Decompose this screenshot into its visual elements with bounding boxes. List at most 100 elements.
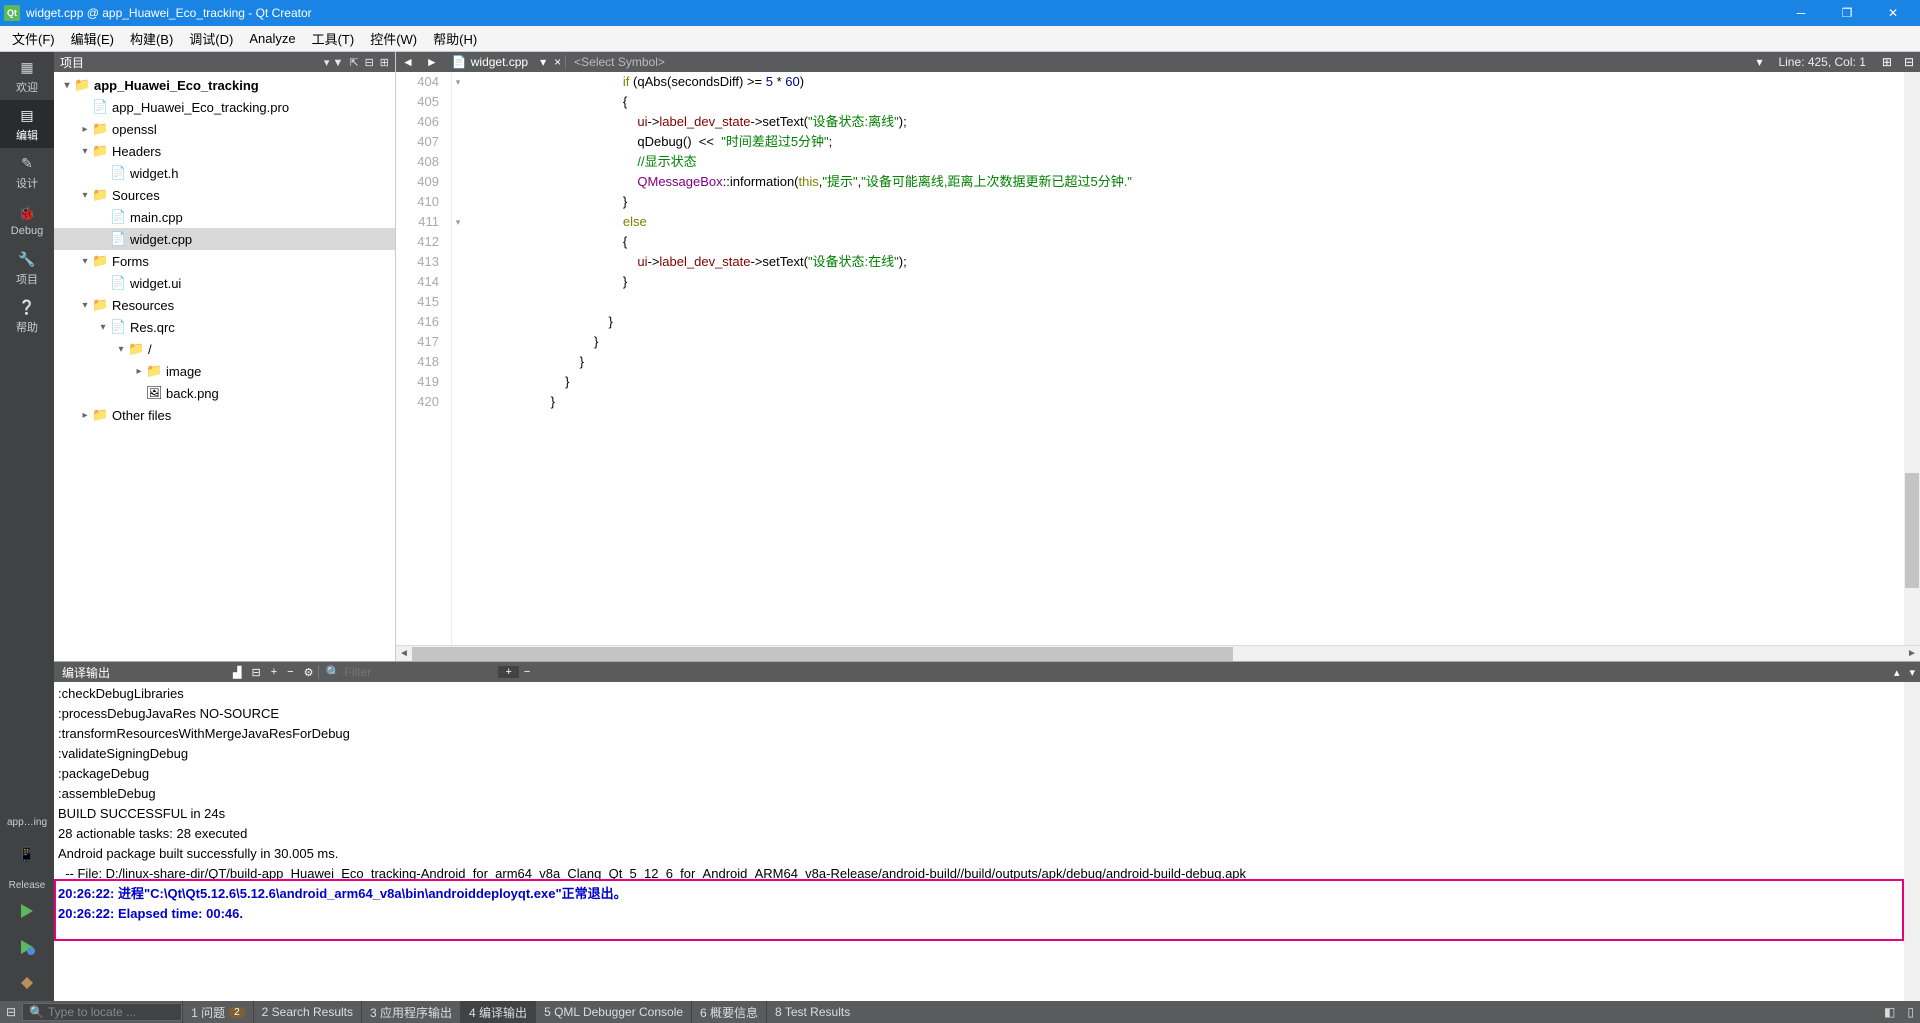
expander-icon[interactable]: ▾ [78,146,92,157]
menu-item[interactable]: 构建(B) [122,27,181,50]
statusbar-button[interactable]: 6 概要信息 [691,1001,766,1023]
code-editor[interactable]: 4044054064074084094104114124134144154164… [396,72,1920,645]
editor-horizontal-scrollbar[interactable]: ◄ ► [396,645,1920,661]
link-icon[interactable]: ⇱ [349,56,358,69]
output-line: :processDebugJavaRes NO-SOURCE [58,704,1900,724]
progress-icon[interactable]: ◧ [1878,1005,1901,1019]
output-vertical-scrollbar[interactable] [1904,682,1920,1001]
minimize-button[interactable]: ─ [1778,0,1824,26]
expander-icon[interactable]: ▸ [132,366,146,377]
mode-帮助[interactable]: ❔帮助 [0,292,54,340]
tree-item[interactable]: ▾📁app_Huawei_Eco_tracking [54,74,395,96]
tree-item[interactable]: ▾📁/ [54,338,395,360]
tree-item[interactable]: 📄widget.h [54,162,395,184]
expander-icon[interactable]: ▾ [114,344,128,355]
dropdown-icon[interactable]: ▾ [1750,55,1768,69]
tree-item[interactable]: 📄app_Huawei_Eco_tracking.pro [54,96,395,118]
tree-item[interactable]: ▾📁Headers [54,140,395,162]
statusbar-button[interactable]: 4 编译输出 [460,1001,535,1023]
mode-Debug[interactable]: 🐞Debug [0,196,54,244]
tree-item[interactable]: ▾📁Forms [54,250,395,272]
menu-item[interactable]: 控件(W) [362,27,425,50]
output-up-icon[interactable]: ▴ [1889,666,1905,679]
tree-item[interactable]: 📄widget.cpp [54,228,395,250]
debug-run-button[interactable] [0,929,54,965]
statusbar-button[interactable]: 2 Search Results [253,1001,361,1023]
output-tool-icon[interactable]: ⊟ [246,666,265,679]
expander-icon[interactable]: ▾ [78,256,92,267]
tree-item[interactable]: 📄main.cpp [54,206,395,228]
close-editor-button[interactable]: ⊟ [1898,55,1920,69]
menu-item[interactable]: 帮助(H) [425,27,485,50]
nav-forward-button[interactable]: ► [420,55,444,69]
expander-icon[interactable]: ▸ [78,124,92,135]
filter-icon[interactable]: ▾ ▼ [324,56,343,69]
kit-selector[interactable]: 📱 [0,830,54,878]
output-settings-icon[interactable]: ⚙ [299,666,319,679]
tree-item[interactable]: ▸📁openssl [54,118,395,140]
sync-icon[interactable]: ⊟ [365,56,374,69]
tree-item[interactable]: ▾📁Sources [54,184,395,206]
editor-tab[interactable]: 📄 widget.cpp [444,55,536,69]
menu-item[interactable]: 文件(F) [4,27,63,50]
mode-欢迎[interactable]: ▦欢迎 [0,52,54,100]
run-button[interactable] [0,893,54,929]
scroll-left-icon[interactable]: ◄ [396,648,412,659]
statusbar-button[interactable]: 3 应用程序输出 [361,1001,460,1023]
mode-设计[interactable]: ✎设计 [0,148,54,196]
output-zoom-in-icon[interactable]: + [266,666,282,678]
mode-项目[interactable]: 🔧项目 [0,244,54,292]
fold-column[interactable]: ▾▾ [452,72,464,645]
editor-vertical-scrollbar[interactable] [1904,72,1920,645]
output-min-icon[interactable]: ▾ [1904,666,1920,679]
locator-input[interactable]: 🔍 Type to locate ... [22,1003,182,1021]
expander-icon[interactable]: ▾ [78,190,92,201]
maximize-button[interactable]: ❐ [1824,0,1870,26]
output-tool-icon[interactable]: ▟ [228,666,246,679]
statusbar-button[interactable]: 8 Test Results [766,1001,858,1023]
output-zoom-out-icon[interactable]: − [282,666,298,678]
tree-item[interactable]: ▾📁Resources [54,294,395,316]
output-filter-input[interactable] [344,665,484,679]
menu-item[interactable]: 调试(D) [181,27,241,50]
tree-item[interactable]: ▸📁Other files [54,404,395,426]
tree-item[interactable]: 🖼back.png [54,382,395,404]
scroll-right-icon[interactable]: ► [1904,648,1920,659]
project-panel-header: 项目 ▾ ▼ ⇱ ⊟ ⊞ [54,52,395,72]
tree-item[interactable]: ▾📄Res.qrc [54,316,395,338]
output-body[interactable]: :checkDebugLibraries:processDebugJavaRes… [54,682,1904,1001]
split-editor-button[interactable]: ⊞ [1876,55,1898,69]
menu-item[interactable]: 编辑(E) [63,27,122,50]
tab-close-button[interactable]: × [550,55,565,69]
statusbar-button[interactable]: 5 QML Debugger Console [535,1001,691,1023]
close-panel-button[interactable]: ⊟ [0,1005,22,1019]
cursor-position[interactable]: Line: 425, Col: 1 [1768,55,1875,69]
dropdown-icon[interactable]: ▾ [536,55,550,69]
output-filter[interactable]: 🔍 [318,665,498,679]
expander-icon[interactable]: ▾ [60,80,74,91]
close-button[interactable]: ✕ [1870,0,1916,26]
file-icon: 📁 [92,407,108,423]
mode-icon: 🐞 [17,203,37,223]
build-button[interactable] [0,965,54,1001]
project-tree[interactable]: ▾📁app_Huawei_Eco_tracking📄app_Huawei_Eco… [54,72,395,661]
tree-item[interactable]: 📄widget.ui [54,272,395,294]
sidebar-toggle-icon[interactable]: ▯ [1901,1005,1920,1019]
expander-icon[interactable]: ▾ [96,322,110,333]
locator-placeholder: Type to locate ... [48,1005,136,1019]
split-icon[interactable]: ⊞ [380,56,389,69]
statusbar-button[interactable]: 1 问题 2 [182,1001,253,1023]
output-line: BUILD SUCCESSFUL in 24s [58,804,1900,824]
output-remove-button[interactable]: − [519,666,535,678]
tree-item[interactable]: ▸📁image [54,360,395,382]
expander-icon[interactable]: ▾ [78,300,92,311]
output-add-button[interactable]: + [498,666,518,678]
menu-item[interactable]: 工具(T) [304,27,363,50]
expander-icon[interactable]: ▸ [78,410,92,421]
code-content[interactable]: if (qAbs(secondsDiff) >= 5 * 60) { ui->l… [464,72,1904,645]
menu-item[interactable]: Analyze [241,29,303,48]
file-icon: 📁 [92,253,108,269]
nav-back-button[interactable]: ◄ [396,55,420,69]
mode-编辑[interactable]: ▤编辑 [0,100,54,148]
symbol-selector[interactable]: <Select Symbol> [565,55,673,69]
